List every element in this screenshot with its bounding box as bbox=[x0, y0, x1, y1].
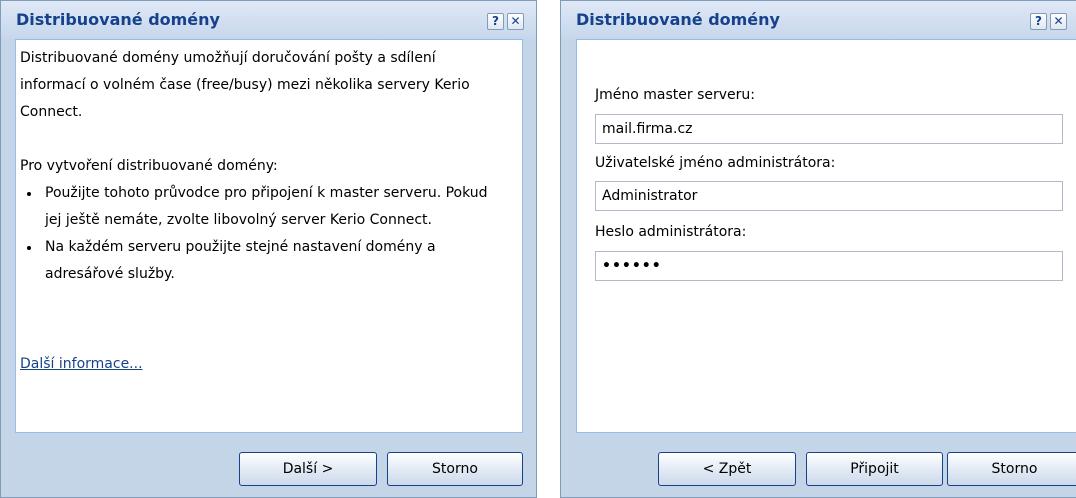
list-item: Na každém serveru použijte stejné nastav… bbox=[20, 234, 490, 288]
cancel-button[interactable]: Storno bbox=[387, 452, 523, 486]
master-server-label: Jméno master serveru: bbox=[595, 87, 755, 103]
connect-button[interactable]: Připojit bbox=[806, 452, 943, 486]
help-icon[interactable]: ? bbox=[1030, 13, 1047, 30]
admin-password-label: Heslo administrátora: bbox=[595, 224, 747, 240]
help-icon[interactable]: ? bbox=[487, 13, 504, 30]
dialog-titlebar[interactable]: Distribuované domény ? ✕ bbox=[1, 1, 536, 39]
close-icon[interactable]: ✕ bbox=[1050, 13, 1067, 30]
admin-username-label: Uživatelské jméno administrátora: bbox=[595, 155, 836, 171]
cancel-button[interactable]: Storno bbox=[947, 452, 1076, 486]
dialog-title: Distribuované domény bbox=[16, 10, 220, 29]
admin-password-input[interactable]: •••••• bbox=[595, 251, 1063, 281]
master-server-input[interactable]: mail.firma.cz bbox=[595, 114, 1063, 144]
next-button[interactable]: Další > bbox=[239, 452, 377, 486]
dialog-title: Distribuované domény bbox=[576, 10, 780, 29]
distributed-domains-dialog-connect: Distribuované domény ? ✕ Jméno master se… bbox=[560, 0, 1076, 498]
intro-paragraph: Distribuované domény umožňují doručování… bbox=[20, 50, 470, 120]
steps-heading: Pro vytvoření distribuované domény: bbox=[20, 158, 278, 174]
steps-list: Použijte tohoto průvodce pro připojení k… bbox=[20, 180, 490, 288]
dialog-titlebar[interactable]: Distribuované domény ? ✕ bbox=[561, 1, 1076, 39]
admin-username-input[interactable]: Administrator bbox=[595, 181, 1063, 211]
list-item: Použijte tohoto průvodce pro připojení k… bbox=[20, 180, 490, 234]
more-info-link[interactable]: Další informace... bbox=[20, 356, 143, 372]
intro-text: Distribuované domény umožňují doručování… bbox=[20, 45, 490, 288]
close-icon[interactable]: ✕ bbox=[507, 13, 524, 30]
distributed-domains-dialog-intro: Distribuované domény ? ✕ Distribuované d… bbox=[0, 0, 537, 498]
back-button[interactable]: < Zpět bbox=[658, 452, 796, 486]
